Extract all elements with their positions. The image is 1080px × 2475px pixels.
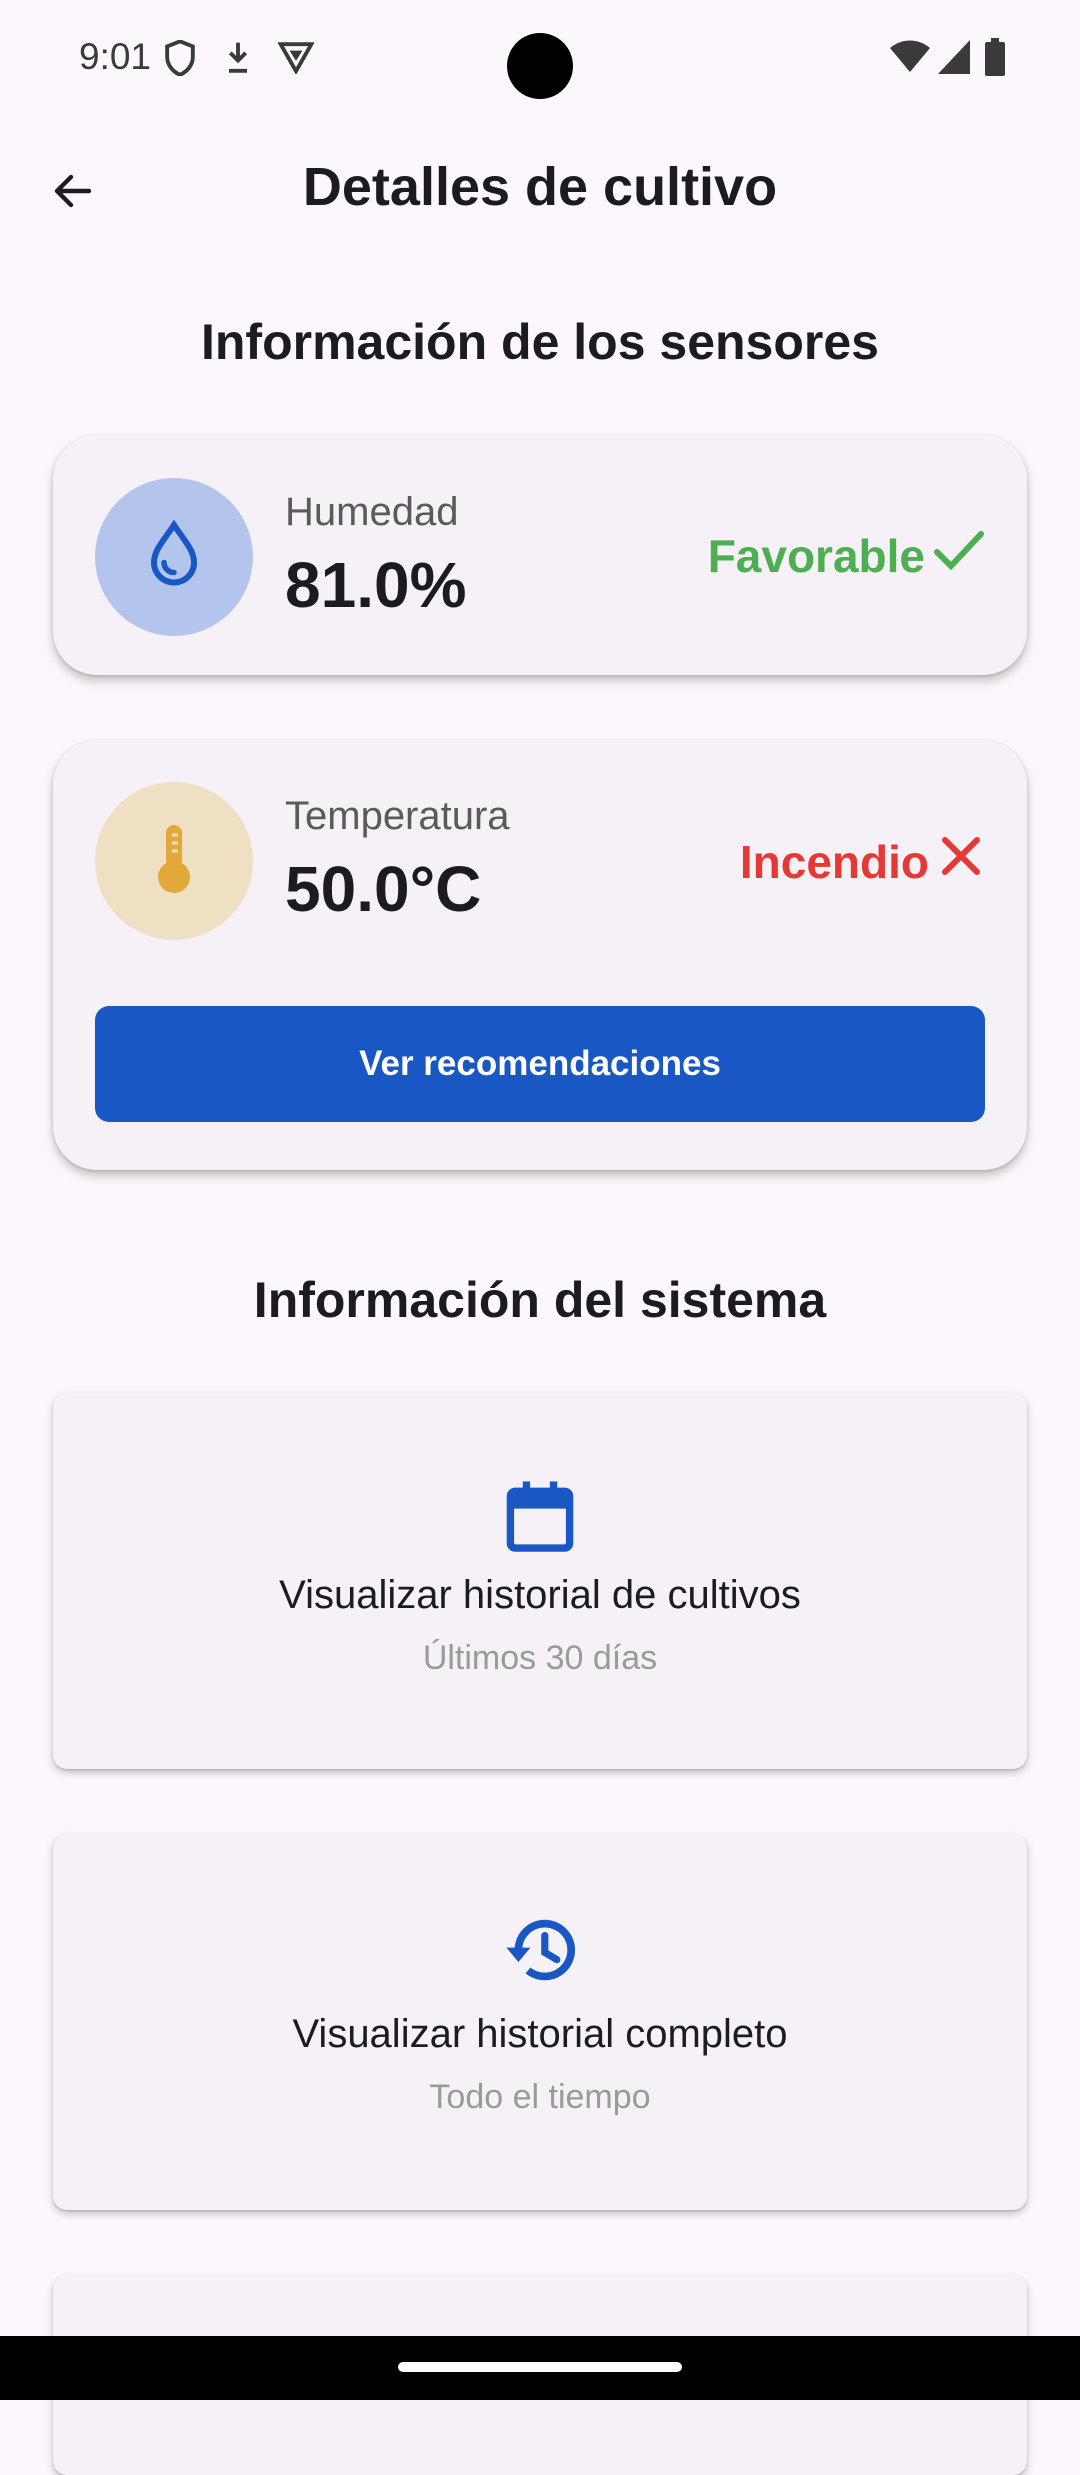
home-handle[interactable]	[398, 2362, 682, 2372]
check-icon	[925, 528, 985, 583]
humidity-card: Humedad 81.0% Favorable	[53, 435, 1027, 675]
vpn-icon	[277, 40, 315, 79]
sensors-section-title: Información de los sensores	[201, 314, 879, 370]
humidity-status-text: Favorable	[707, 529, 925, 582]
history-icon	[53, 1916, 1027, 1984]
full-history-subtitle: Todo el tiempo	[429, 2078, 651, 2116]
temperature-icon-circle	[95, 782, 253, 940]
crop-history-card[interactable]: Visualizar historial de cultivos Últimos…	[53, 1393, 1027, 1769]
full-history-title: Visualizar historial completo	[292, 2012, 788, 2056]
system-navigation-bar	[0, 2336, 1080, 2400]
signal-icon	[938, 40, 970, 79]
thermometer-icon	[154, 823, 194, 900]
humidity-icon-circle	[95, 478, 253, 636]
humidity-value: 81.0%	[285, 549, 467, 621]
system-section-title: Información del sistema	[253, 1272, 827, 1328]
temperature-status: Incendio	[740, 832, 985, 891]
temperature-row: Temperatura 50.0°C Incendio	[95, 782, 985, 942]
temperature-value: 50.0°C	[285, 853, 482, 925]
status-time: 9:01	[79, 36, 152, 77]
view-recommendations-button[interactable]: Ver recomendaciones	[95, 1006, 985, 1122]
temperature-card: Temperatura 50.0°C Incendio Ver recomend…	[53, 740, 1027, 1170]
download-icon	[224, 40, 252, 81]
camera-cutout	[507, 33, 573, 99]
calendar-icon	[53, 1479, 1027, 1553]
humidity-status: Favorable	[708, 528, 985, 583]
close-icon	[929, 832, 985, 891]
crop-history-subtitle: Últimos 30 días	[422, 1639, 658, 1677]
page-title: Detalles de cultivo	[302, 157, 778, 217]
wifi-icon	[890, 40, 930, 79]
app-bar: Detalles de cultivo	[0, 130, 1080, 250]
humidity-row: Humedad 81.0% Favorable	[95, 478, 985, 638]
battery-icon	[984, 38, 1006, 81]
status-bar: 9:01	[0, 0, 1080, 120]
temperature-status-text: Incendio	[739, 835, 929, 888]
full-history-card[interactable]: Visualizar historial completo Todo el ti…	[53, 1834, 1027, 2210]
shield-icon	[164, 39, 196, 81]
temperature-label: Temperatura	[285, 794, 510, 838]
humidity-label: Humedad	[285, 490, 459, 534]
water-drop-icon	[143, 519, 205, 595]
crop-history-title: Visualizar historial de cultivos	[279, 1573, 801, 1617]
